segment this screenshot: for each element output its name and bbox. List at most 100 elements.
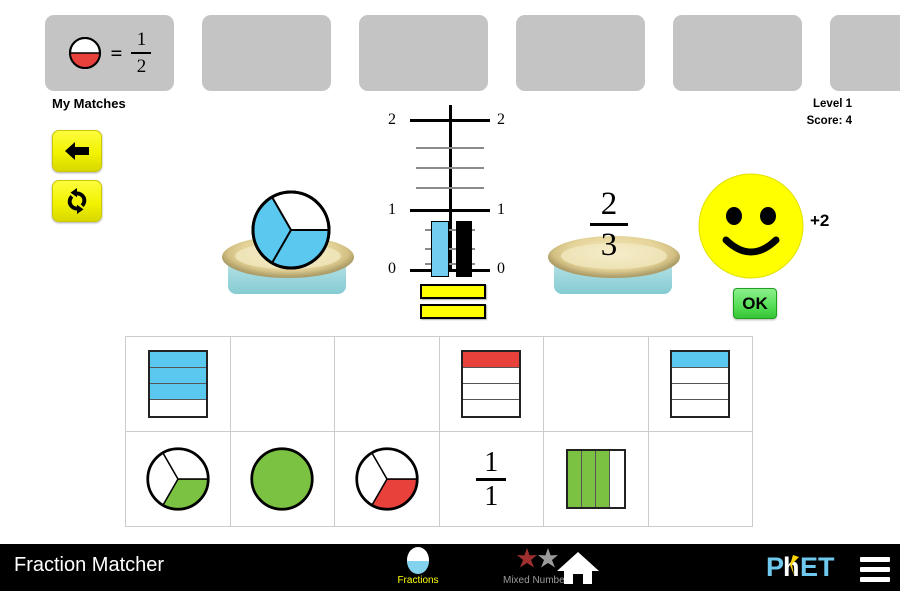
rect-segment (672, 352, 729, 368)
fraction-denominator: 3 (600, 227, 618, 263)
circle-half-red-icon (68, 37, 101, 69)
match-numerator: 1 (136, 29, 147, 50)
tick-minor-175 (416, 147, 484, 149)
match-fraction: 1 2 (131, 29, 152, 77)
level-label: Level 1 (813, 98, 852, 110)
pie-shape (146, 447, 210, 511)
bar-segment (609, 451, 624, 507)
rect-segment (463, 352, 520, 368)
my-matches-label: My Matches (52, 96, 126, 111)
match-box-5[interactable] (673, 15, 802, 91)
match-box-3[interactable] (359, 15, 488, 91)
card-cell-empty (230, 337, 335, 432)
app-stage: = 1 2 My Matches Level 1 Score: 4 2 2 1 … (0, 0, 900, 591)
hamburger-menu-icon[interactable] (860, 557, 890, 582)
yellow-bar-group (420, 284, 486, 319)
card-cell-empty (335, 337, 440, 432)
yellow-bar-1[interactable] (420, 284, 486, 299)
tick-label-right-0: 0 (497, 260, 505, 277)
rect-fraction-shape (461, 350, 522, 418)
bar-segment (595, 451, 610, 507)
sim-title: Fraction Matcher (14, 554, 165, 576)
phet-logo[interactable]: P h ET (766, 552, 848, 586)
match-box-6[interactable] (830, 15, 900, 91)
my-matches-row: = 1 2 (45, 15, 900, 91)
rect-segment (463, 368, 520, 384)
level-score-info: Level 1 Score: 4 (807, 96, 852, 130)
fraction-numerator: 2 (600, 186, 618, 222)
tick-minor-150 (416, 167, 484, 169)
smiley-face-icon (698, 173, 804, 279)
rect-segment (149, 400, 206, 416)
vertical-bar-fraction-shape (565, 449, 626, 509)
rect-segment (149, 368, 206, 384)
equals-sign: = (110, 40, 123, 65)
fraction-bar (131, 52, 152, 54)
score-label: Score: 4 (806, 115, 852, 127)
card-cell[interactable] (544, 432, 649, 527)
tick-label-left-1: 1 (388, 201, 396, 218)
phet-logo-icon: P h ET (766, 552, 835, 582)
match-denominator: 2 (136, 56, 147, 77)
tick-label-right-2: 2 (497, 111, 505, 128)
balance-scale-indicator: 2 2 1 1 0 0 (388, 105, 512, 280)
match-content: = 1 2 (68, 30, 152, 76)
card-cell[interactable] (126, 432, 231, 527)
rect-fraction-shape (147, 350, 208, 418)
rect-fraction-shape (670, 350, 731, 418)
pie-shape-two-thirds[interactable] (250, 189, 332, 271)
ok-button[interactable]: OK (733, 288, 777, 319)
rect-segment (463, 400, 520, 416)
fraction-numerator: 1 (484, 446, 499, 478)
card-cell-empty (648, 432, 753, 527)
nav-tab-group: Fractions Mixed Numbers (372, 546, 584, 586)
card-cell[interactable] (648, 337, 753, 432)
card-cell[interactable] (335, 432, 440, 527)
home-button[interactable] (556, 550, 600, 591)
match-box-4[interactable] (516, 15, 645, 91)
hamburger-bar-2 (860, 567, 890, 572)
tab-label-fractions: Fractions (397, 575, 439, 586)
card-cell[interactable] (230, 432, 335, 527)
hamburger-bar-3 (860, 577, 890, 582)
home-icon (557, 552, 599, 584)
hamburger-bar-1 (860, 557, 890, 562)
refresh-button[interactable] (52, 180, 102, 222)
card-grid: 11 (125, 336, 753, 527)
tick-label-left-0: 0 (388, 260, 396, 277)
card-cell[interactable] (439, 337, 544, 432)
fraction-circle-icon (407, 547, 429, 574)
fraction-card: 11 (476, 446, 507, 512)
rect-segment (149, 352, 206, 368)
tick-label-right-1: 1 (497, 201, 505, 218)
tick-label-left-2: 2 (388, 111, 396, 128)
bottom-navbar: Fraction Matcher Fractions Mixed Numbers (0, 544, 900, 591)
match-box-2[interactable] (202, 15, 331, 91)
back-button[interactable] (52, 130, 102, 172)
refresh-icon (67, 188, 87, 214)
match-box-1[interactable]: = 1 2 (45, 15, 174, 91)
rect-segment (672, 400, 729, 416)
tick-minor-125 (416, 187, 484, 189)
card-cell[interactable]: 11 (439, 432, 544, 527)
tab-fractions[interactable]: Fractions (372, 546, 464, 586)
svg-text:ET: ET (800, 553, 835, 581)
bar-segment (567, 451, 582, 507)
pie-shape (250, 447, 314, 511)
svg-text:P: P (766, 553, 784, 581)
card-cell[interactable] (126, 337, 231, 432)
back-arrow-icon (65, 142, 89, 160)
pie-shape (355, 447, 419, 511)
fraction-card-two-thirds[interactable]: 2 3 (590, 186, 628, 263)
tick-major-2 (410, 119, 490, 122)
tick-major-0 (410, 269, 490, 272)
rect-segment (672, 384, 729, 400)
rect-segment (463, 384, 520, 400)
yellow-bar-2[interactable] (420, 304, 486, 319)
rect-segment (672, 368, 729, 384)
rect-segment (149, 384, 206, 400)
bar-segment (581, 451, 596, 507)
tick-major-1 (410, 209, 490, 212)
fraction-denominator: 1 (484, 480, 499, 512)
points-earned-label: +2 (810, 211, 830, 230)
